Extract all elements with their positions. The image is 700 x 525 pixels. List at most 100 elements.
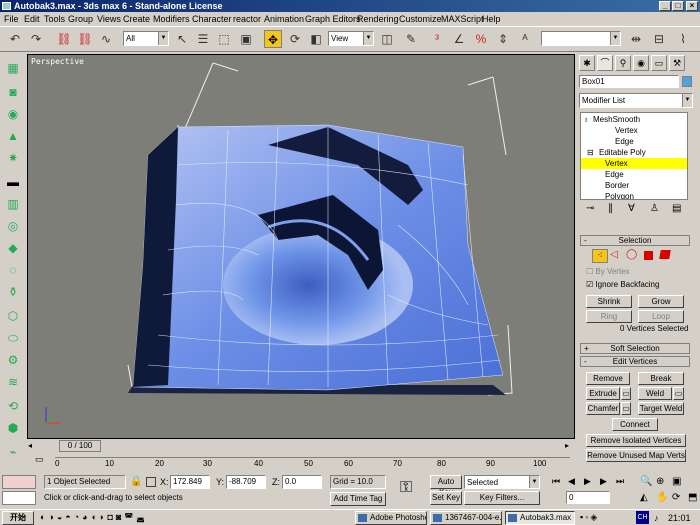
spinner-snap-icon[interactable]: ⇕ (494, 30, 512, 48)
modify-tab-icon[interactable]: ⌒ (597, 55, 613, 71)
extrude-settings-button[interactable]: ▭ (621, 387, 631, 400)
angle-snap-icon[interactable]: ∠ (450, 30, 468, 48)
reference-coord-dropdown[interactable]: View ▼ (328, 31, 374, 46)
create-teapot-icon[interactable]: ⚱ (4, 284, 22, 300)
quick-launch-icons[interactable]: ◐◑◒◓◔◕◖◗◘◙◚◛ (40, 512, 148, 523)
snap-toggle-icon[interactable]: ³ (428, 30, 446, 48)
motion-tab-icon[interactable]: ◉ (633, 55, 649, 71)
unlink-icon[interactable]: ⛓ (76, 30, 94, 48)
stack-item-edge[interactable]: Edge (581, 136, 687, 147)
chamfer-button[interactable]: Chamfer (586, 402, 620, 415)
menu-tools[interactable]: Tools (44, 12, 65, 26)
time-slider-thumb[interactable]: 0 / 100 (59, 440, 101, 452)
remove-button[interactable]: Remove (586, 372, 630, 385)
stack-item-vertex[interactable]: Vertex (581, 125, 687, 136)
edge-mode-icon[interactable]: ◁ (610, 249, 618, 260)
soft-selection-rollout-header[interactable]: + Soft Selection (580, 343, 690, 354)
pivot-center-icon[interactable]: ◫ (378, 30, 396, 48)
create-tube-icon[interactable]: ◎ (4, 218, 22, 234)
display-tab-icon[interactable]: ▭ (651, 55, 667, 71)
auto-key-button[interactable]: Auto Key (430, 475, 462, 497)
maxscript-listener-mini[interactable] (2, 475, 36, 489)
mini-curve-editor-icon[interactable]: ▭ (35, 454, 44, 465)
curve-editor-icon[interactable]: ⌇ (674, 30, 692, 48)
create-pyramid-icon[interactable]: ◆ (4, 240, 22, 256)
task-photoshop[interactable]: Adobe Photoshop (355, 511, 427, 525)
mirror-icon[interactable]: ⇹ (627, 30, 645, 48)
extrude-button[interactable]: Extrude (586, 387, 620, 400)
menu-animation[interactable]: Animation (264, 12, 304, 26)
create-gear-icon[interactable]: ⚙ (4, 352, 22, 368)
edit-vertices-rollout-header[interactable]: - Edit Vertices (580, 356, 690, 367)
menu-file[interactable]: File (4, 12, 19, 26)
undo-icon[interactable]: ↶ (6, 30, 24, 48)
create-hedra-icon[interactable]: ⬡ (4, 308, 22, 324)
rect-selection-icon[interactable]: ⬚ (215, 30, 233, 48)
selection-filter-dropdown[interactable]: All ▼ (123, 31, 169, 46)
menu-customize[interactable]: Customize (399, 12, 442, 26)
task-image-file[interactable]: 1367467-004-e... (430, 511, 502, 525)
weld-settings-button[interactable]: ▭ (673, 387, 684, 400)
task-3dsmax[interactable]: Autobak3.max - ... (505, 511, 575, 525)
ignore-backfacing-checkbox[interactable]: ☑ Ignore Backfacing (586, 280, 659, 289)
modifier-list-dropdown[interactable]: Modifier List ▼ (579, 93, 693, 108)
menu-character[interactable]: Character (192, 12, 232, 26)
menu-create[interactable]: Create (123, 12, 150, 26)
maxscript-input[interactable] (2, 491, 36, 505)
start-button[interactable]: 开始 (2, 511, 34, 525)
redo-icon[interactable]: ↷ (27, 30, 45, 48)
select-by-name-icon[interactable]: ☰ (194, 30, 212, 48)
menu-reactor[interactable]: reactor (233, 12, 261, 26)
weld-button[interactable]: Weld (638, 387, 672, 400)
selection-lock-icon[interactable]: 🔒 (130, 476, 142, 487)
pin-stack-icon[interactable]: ⊸ (586, 203, 594, 214)
go-to-end-icon[interactable]: ⏭ (616, 476, 624, 487)
prev-key-icon[interactable]: ◀ (568, 476, 575, 487)
window-crossing-icon[interactable]: ▣ (237, 30, 255, 48)
minimize-button[interactable]: _ (659, 1, 671, 11)
chamfer-settings-button[interactable]: ▭ (621, 402, 631, 415)
key-filters-button[interactable]: Key Filters... (464, 491, 540, 505)
prev-frame-icon[interactable]: ◂ (28, 441, 32, 450)
create-tab-icon[interactable]: ✱ (579, 55, 595, 71)
stack-item-edge[interactable]: Edge (581, 169, 687, 180)
x-coordinate-field[interactable]: 172.849 (170, 475, 210, 489)
polygon-mode-icon[interactable] (644, 251, 653, 260)
menu-graph-editors[interactable]: Graph Editors (305, 12, 361, 26)
remove-modifier-icon[interactable]: ♙ (650, 203, 659, 214)
select-object-icon[interactable]: ↖ (173, 30, 191, 48)
zoom-extents-icon[interactable]: ▣ (672, 476, 681, 487)
make-unique-icon[interactable]: ∀ (628, 203, 635, 214)
menu-group[interactable]: Group (68, 12, 93, 26)
scale-icon[interactable]: ◧ (307, 30, 325, 48)
break-button[interactable]: Break (638, 372, 684, 385)
language-indicator[interactable]: CH (636, 511, 649, 524)
edit-named-sel-icon[interactable]: ᴬ (516, 30, 534, 48)
absolute-mode-icon[interactable] (146, 477, 156, 487)
named-selection-dropdown[interactable]: ▼ (541, 31, 621, 46)
remove-unused-map-verts-button[interactable]: Remove Unused Map Verts (586, 449, 686, 462)
rotate-icon[interactable]: ⟳ (286, 30, 304, 48)
key-icon[interactable]: ⚿ (400, 479, 412, 497)
menu-modifiers[interactable]: Modifiers (153, 12, 190, 26)
tray-icons[interactable]: ▪◦◈ (580, 512, 599, 523)
create-cylinder-icon[interactable]: ◙ (4, 84, 22, 100)
ring-button[interactable]: Ring (586, 310, 632, 323)
configure-sets-icon[interactable]: ▤ (672, 203, 681, 214)
show-end-result-icon[interactable]: ∥ (608, 203, 613, 214)
create-loft-icon[interactable]: ⟲ (4, 398, 22, 414)
pan-icon[interactable]: ✋ (656, 492, 668, 503)
current-frame-field[interactable]: 0 (566, 491, 610, 504)
camera-icon[interactable]: ▬ (4, 174, 22, 190)
create-spring-icon[interactable]: ⌁ (4, 444, 22, 460)
align-icon[interactable]: ⊟ (650, 30, 668, 48)
border-mode-icon[interactable]: ◯ (626, 249, 637, 260)
hierarchy-tab-icon[interactable]: ⚲ (615, 55, 631, 71)
maximize-viewport-icon[interactable]: ⬒ (688, 492, 697, 503)
track-bar[interactable]: ▭ 0 10 20 30 40 50 60 70 80 90 100 (27, 453, 575, 473)
move-icon[interactable]: ✥ (264, 30, 282, 48)
object-name-field[interactable]: Box01 (579, 75, 679, 88)
menu-views[interactable]: Views (97, 12, 121, 26)
maximize-button[interactable]: □ (672, 1, 684, 11)
next-key-icon[interactable]: ▶ (600, 476, 607, 487)
